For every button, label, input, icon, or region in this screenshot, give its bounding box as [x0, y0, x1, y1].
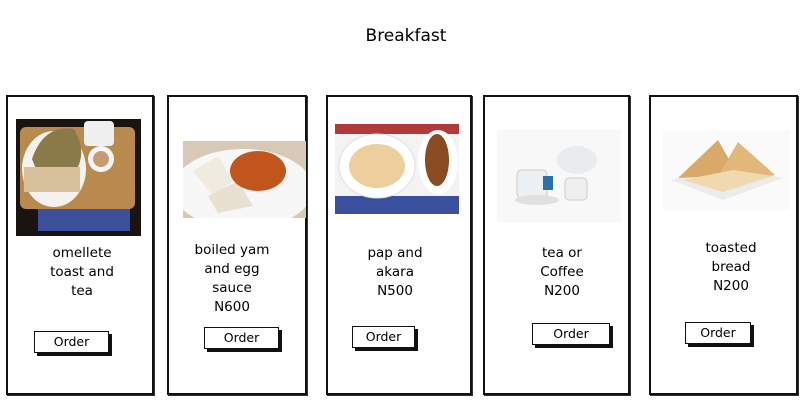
- item-name-line: pap and: [367, 245, 423, 261]
- item-name-line: Coffee: [540, 264, 584, 280]
- order-button[interactable]: Order: [34, 331, 109, 353]
- item-name-line: toasted: [705, 240, 757, 256]
- page-title: Breakfast: [365, 26, 447, 46]
- item-name-line: bread: [711, 259, 751, 275]
- item-name-line: N500: [377, 283, 413, 299]
- item-name-line: and egg: [204, 261, 260, 277]
- item-name-line: N600: [214, 299, 250, 315]
- order-button[interactable]: Order: [532, 323, 610, 345]
- order-button[interactable]: Order: [204, 327, 279, 349]
- item-name: toasted bread N200: [671, 239, 791, 296]
- item-name-line: boiled yam: [194, 242, 270, 258]
- item-name-line: toast and: [50, 264, 114, 280]
- item-name: tea or Coffee N200: [502, 244, 622, 301]
- item-name-line: N200: [544, 283, 580, 299]
- item-name-line: akara: [376, 264, 414, 280]
- omelette-toast-tea-photo: [16, 119, 141, 236]
- boiled-yam-egg-sauce-photo: [183, 141, 306, 218]
- item-name-line: N200: [713, 278, 749, 294]
- item-name-line: omellete: [52, 245, 112, 261]
- item-name-line: sauce: [212, 280, 252, 296]
- item-name-line: tea: [71, 283, 93, 299]
- item-name: boiled yam and egg sauce N600: [172, 241, 292, 317]
- order-button[interactable]: Order: [352, 326, 415, 348]
- item-name-line: tea or: [542, 245, 582, 261]
- tea-coffee-photo: [497, 130, 621, 222]
- item-name: omellete toast and tea: [22, 244, 142, 301]
- toasted-bread-photo: [663, 130, 790, 210]
- pap-akara-photo: [335, 124, 459, 214]
- order-button[interactable]: Order: [685, 322, 751, 344]
- item-name: pap and akara N500: [335, 244, 455, 301]
